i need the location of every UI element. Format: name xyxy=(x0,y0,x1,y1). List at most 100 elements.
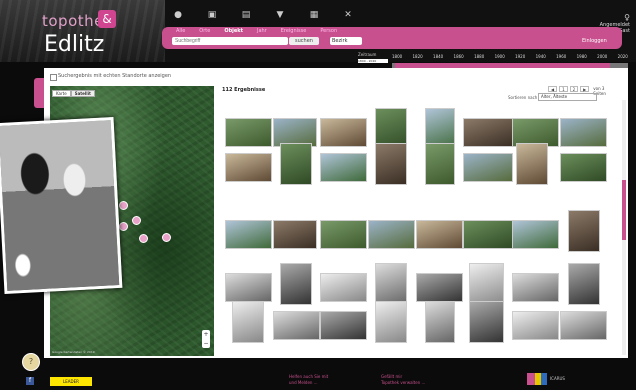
result-thumbnail[interactable] xyxy=(320,220,367,249)
year-tick: 1800 xyxy=(392,54,403,59)
result-thumbnail[interactable] xyxy=(280,263,312,305)
map-type-satellit[interactable]: Satellit xyxy=(70,90,95,97)
home-icon[interactable]: ● xyxy=(172,10,184,24)
search-tabs: Alle Orte Objekt Jahr Ereignisse Person xyxy=(176,28,337,34)
map-pin[interactable] xyxy=(162,233,171,242)
result-thumbnail[interactable] xyxy=(469,301,504,343)
timebar-value[interactable]: 1800 - 2020 xyxy=(358,59,388,63)
result-thumbnail[interactable] xyxy=(560,311,607,340)
tab-ereignisse[interactable]: Ereignisse xyxy=(281,28,307,34)
partner-logo-icon[interactable] xyxy=(527,373,547,385)
page-2-button[interactable]: 2 xyxy=(569,86,579,92)
result-thumbnail[interactable] xyxy=(463,220,513,249)
map-pin[interactable] xyxy=(119,201,128,210)
tab-jahr[interactable]: Jahr xyxy=(257,28,267,34)
tab-person[interactable]: Person xyxy=(320,28,337,34)
timebar-years: 1800 1820 1840 1860 1880 1900 1920 1940 … xyxy=(392,54,628,60)
tab-orte[interactable]: Orte xyxy=(199,28,210,34)
pagination: ◀ 1 2 ▶ von 3 Seiten xyxy=(548,86,608,96)
page-next-button[interactable]: ▶ xyxy=(580,86,590,92)
result-thumbnail[interactable] xyxy=(512,273,559,302)
results-scroll-thumb[interactable] xyxy=(622,180,626,240)
result-thumbnail[interactable] xyxy=(225,153,272,182)
region-select[interactable]: Bezirk xyxy=(330,37,362,45)
result-thumbnail[interactable] xyxy=(273,220,317,249)
results-count: 112 Ergebnisse xyxy=(222,87,266,93)
timebar-label: Zeitraum xyxy=(358,52,377,57)
tab-objekt[interactable]: Objekt xyxy=(224,28,243,34)
result-thumbnail[interactable] xyxy=(512,311,559,340)
footer-link-like-line: Topothek verwalten ... xyxy=(381,380,426,385)
result-thumbnail[interactable] xyxy=(320,118,367,147)
result-thumbnail[interactable] xyxy=(280,143,312,185)
map-pin[interactable] xyxy=(132,216,141,225)
result-thumbnail[interactable] xyxy=(320,311,367,340)
result-thumbnail[interactable] xyxy=(225,273,272,302)
result-thumbnail[interactable] xyxy=(232,301,264,343)
search-input[interactable] xyxy=(172,37,288,45)
geo-filter-label: Suchergebnis mit echten Standorte anzeig… xyxy=(58,73,172,79)
result-thumbnail[interactable] xyxy=(463,118,513,147)
year-tick: 1840 xyxy=(433,54,444,59)
map-pin[interactable] xyxy=(119,222,128,231)
zoom-in-button[interactable]: + xyxy=(202,330,210,339)
result-thumbnail[interactable] xyxy=(320,153,367,182)
tab-alle[interactable]: Alle xyxy=(176,28,185,34)
top-nav: ● ▣ ▤ ▼ ▦ ✕ xyxy=(172,10,422,24)
result-thumbnail[interactable] xyxy=(375,263,407,305)
facebook-icon[interactable]: f xyxy=(26,377,34,385)
year-tick: 2000 xyxy=(597,54,608,59)
calendar-icon[interactable]: ▦ xyxy=(308,10,320,24)
login-link[interactable]: Einloggen xyxy=(582,38,607,44)
result-thumbnail[interactable] xyxy=(375,301,407,343)
result-thumbnail[interactable] xyxy=(416,220,463,249)
result-thumbnail[interactable] xyxy=(469,263,504,305)
result-thumbnail[interactable] xyxy=(512,220,559,249)
map-type-karte[interactable]: Karte xyxy=(52,90,71,97)
year-tick: 1820 xyxy=(412,54,423,59)
footer-link-help-line: und Melden ... xyxy=(289,380,318,385)
results-grid xyxy=(220,102,615,357)
help-icon[interactable]: ? xyxy=(22,353,40,371)
zoom-control: + − xyxy=(202,330,210,348)
year-tick: 1860 xyxy=(453,54,464,59)
result-thumbnail[interactable] xyxy=(425,301,455,343)
side-tab[interactable] xyxy=(34,78,44,108)
year-tick: 1980 xyxy=(576,54,587,59)
year-tick: 1900 xyxy=(494,54,505,59)
result-thumbnail[interactable] xyxy=(368,220,415,249)
map-type-toggle: Karte Satellit xyxy=(52,90,95,97)
footer-link-like[interactable]: Gefällt mir Topothek verwalten ... xyxy=(381,374,425,386)
partner-name: ICARUS xyxy=(550,376,565,381)
result-thumbnail[interactable] xyxy=(320,273,367,302)
archive-icon[interactable]: ▣ xyxy=(206,10,218,24)
grid-icon[interactable]: ▤ xyxy=(240,10,252,24)
page-prev-button[interactable]: ◀ xyxy=(548,86,558,92)
page-total: von 3 Seiten xyxy=(593,86,606,96)
result-thumbnail[interactable] xyxy=(463,153,513,182)
tools-icon[interactable]: ✕ xyxy=(342,10,354,24)
featured-photo[interactable] xyxy=(0,117,123,294)
sort-select[interactable]: Alter, Älteste xyxy=(538,93,597,101)
search-button[interactable]: suchen xyxy=(289,37,319,45)
result-thumbnail[interactable] xyxy=(273,311,320,340)
geo-filter-checkbox[interactable] xyxy=(50,74,57,81)
result-thumbnail[interactable] xyxy=(425,143,455,185)
year-tick: 2020 xyxy=(617,54,628,59)
footer-link-help[interactable]: Helfen auch Sie mit und Melden ... xyxy=(289,374,328,386)
result-thumbnail[interactable] xyxy=(225,220,272,249)
page-title: Edlitz xyxy=(44,32,105,57)
result-thumbnail[interactable] xyxy=(560,153,607,182)
result-thumbnail[interactable] xyxy=(225,118,272,147)
result-thumbnail[interactable] xyxy=(568,210,600,252)
page-1-button[interactable]: 1 xyxy=(559,86,568,92)
result-thumbnail[interactable] xyxy=(516,143,548,185)
result-thumbnail[interactable] xyxy=(375,143,407,185)
sponsor-logo[interactable]: LEADER xyxy=(50,377,92,386)
map-pin[interactable] xyxy=(139,234,148,243)
result-thumbnail[interactable] xyxy=(560,118,607,147)
zoom-out-button[interactable]: − xyxy=(202,339,210,348)
result-thumbnail[interactable] xyxy=(568,263,600,305)
result-thumbnail[interactable] xyxy=(416,273,463,302)
filter-icon[interactable]: ▼ xyxy=(274,10,286,24)
